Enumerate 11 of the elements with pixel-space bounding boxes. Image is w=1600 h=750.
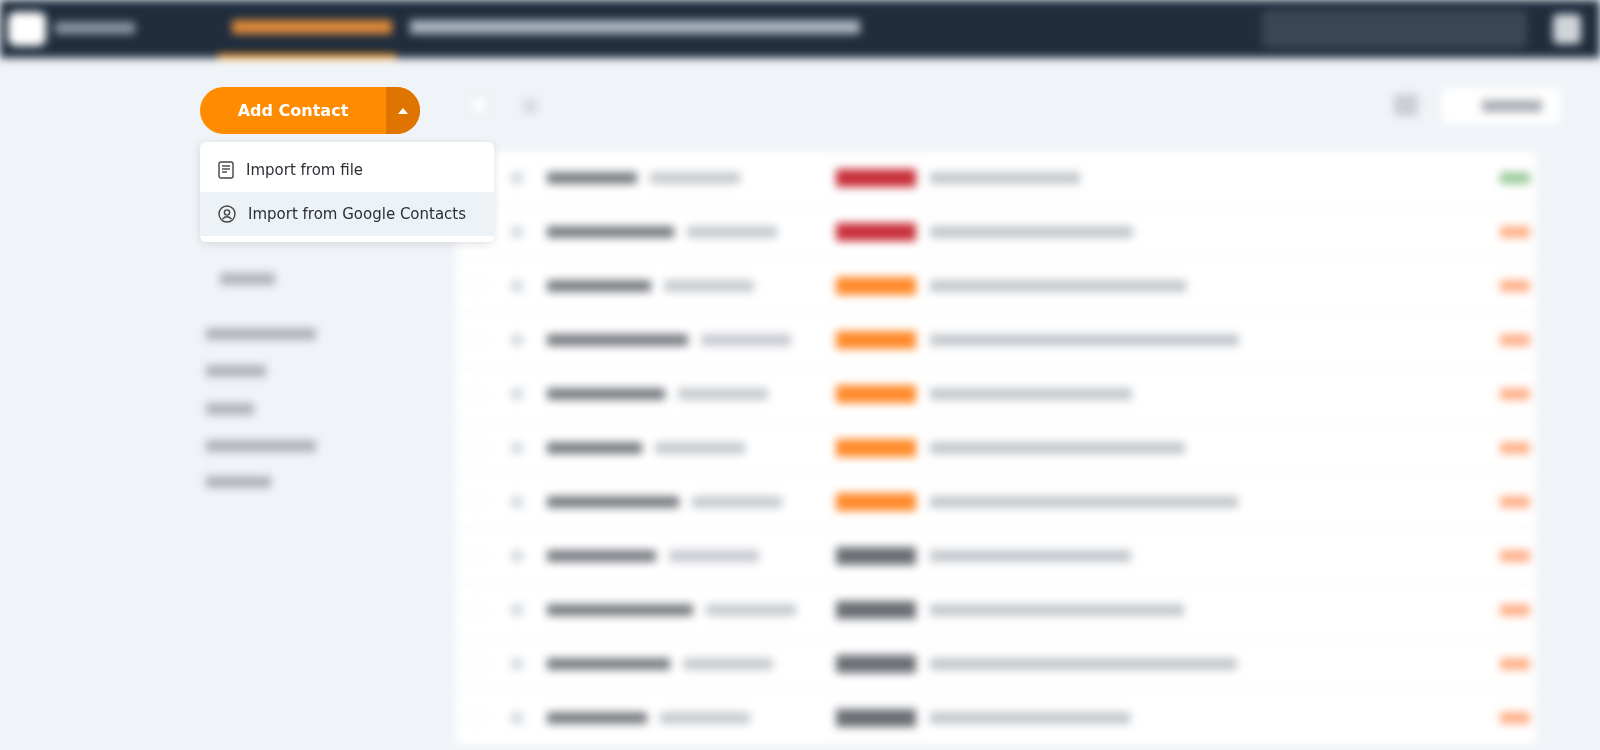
person-icon (218, 205, 236, 223)
blurred-sidebar-item[interactable] (206, 440, 316, 452)
menu-item[interactable]: Import from Google Contacts (200, 192, 494, 236)
file-icon (218, 161, 234, 179)
blurred-sidebar-item[interactable] (206, 403, 254, 415)
blurred-sidebar-item[interactable] (220, 273, 275, 285)
blurred-sidebar-item[interactable] (206, 328, 316, 340)
menu-item[interactable]: Import from file (200, 148, 494, 192)
blurred-sidebar-item[interactable] (206, 476, 271, 488)
blurred-sidebar-item[interactable] (206, 365, 266, 377)
caret-icon (397, 106, 409, 115)
